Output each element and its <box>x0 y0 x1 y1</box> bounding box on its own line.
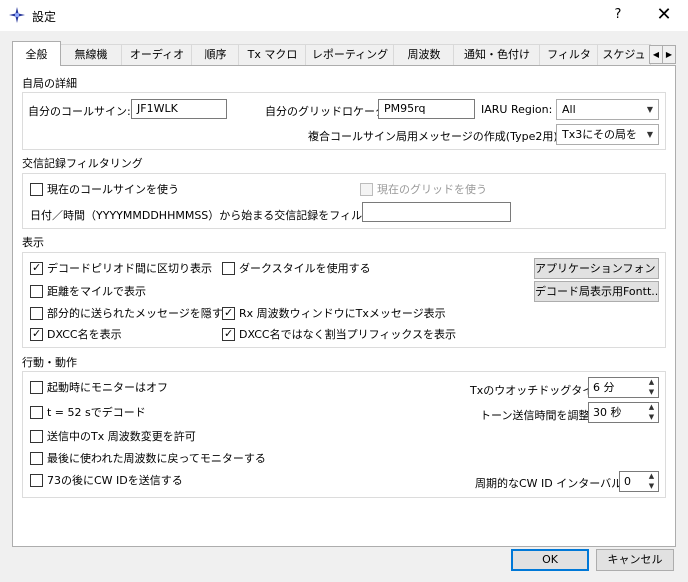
tab-audio[interactable]: オーディオ <box>121 44 193 65</box>
iaru-region-select[interactable]: All ▼ <box>556 99 659 120</box>
tab-frequencies[interactable]: 周波数 <box>393 44 455 65</box>
tune-label: トーン送信時間を調整 <box>480 409 590 422</box>
date-filter-label: 日付／時間（YYYYMMDDHHMMSS）から始まる交信記録をフィルター: <box>30 209 388 222</box>
spin-up-icon[interactable]: ▲ <box>645 403 658 412</box>
cw-interval-label: 周期的なCW ID インターバル: <box>475 477 626 490</box>
tune-spinbox[interactable]: 30 秒 ▲ ▼ <box>588 402 659 423</box>
cancel-button[interactable]: キャンセル <box>596 549 674 571</box>
tab-bar: 全般 無線機 オーディオ 順序 Tx マクロ レポーティング 周波数 通知・色付… <box>12 41 676 66</box>
spin-down-icon[interactable]: ▼ <box>645 413 658 422</box>
checkbox-box <box>30 381 43 394</box>
iaru-region-value: All <box>562 103 576 116</box>
checkbox-box <box>30 452 43 465</box>
tab-notifications-colors[interactable]: 通知・色付け <box>453 44 541 65</box>
checkbox-box <box>30 183 43 196</box>
spin-up-icon[interactable]: ▲ <box>645 378 658 387</box>
cw-interval-spinbox[interactable]: 0 ▲ ▼ <box>619 471 659 492</box>
chevron-down-icon: ▼ <box>646 130 653 139</box>
checkbox-box <box>360 183 373 196</box>
compound-call-select[interactable]: Tx3にその局を ▼ <box>556 124 659 145</box>
station-section-title: 自局の詳細 <box>22 77 77 90</box>
checkbox-box <box>30 261 43 275</box>
spin-down-icon[interactable]: ▼ <box>645 482 658 491</box>
checkbox-box <box>30 285 43 298</box>
spin-up-icon[interactable]: ▲ <box>645 472 658 481</box>
display-section-title: 表示 <box>22 236 44 249</box>
checkbox-box <box>222 306 235 320</box>
tab-tx-macros[interactable]: Tx マクロ <box>238 44 307 65</box>
callsign-label: 自分のコールサイン: <box>28 105 131 118</box>
compound-call-label: 複合コールサイン局用メッセージの作成(Type2用): <box>308 130 562 143</box>
tab-scroll-right-icon[interactable]: ▶ <box>662 45 676 64</box>
compound-call-value: Tx3にその局を <box>562 128 638 141</box>
tab-general[interactable]: 全般 <box>12 41 61 66</box>
iaru-label: IARU Region: <box>481 103 553 116</box>
watchdog-spinbox[interactable]: 6 分 ▲ ▼ <box>588 377 659 398</box>
tab-reporting[interactable]: レポーティング <box>305 44 395 65</box>
app-star-icon <box>9 7 25 23</box>
window-title: 設定 <box>32 10 57 24</box>
checkbox-box <box>30 307 43 320</box>
grid-input[interactable]: PM95rq <box>378 99 475 119</box>
checkbox-box <box>30 430 43 443</box>
title-bar: 設定 ? ✕ <box>0 0 688 31</box>
grid-label: 自分のグリッドロケータ: <box>265 105 390 118</box>
behavior-section-title: 行動・動作 <box>22 356 77 369</box>
tab-schedule[interactable]: スケジュ <box>597 44 651 65</box>
date-filter-input[interactable] <box>362 202 511 222</box>
checkbox-box <box>222 262 235 275</box>
app-font-button[interactable]: アプリケーションフォント… <box>534 258 659 279</box>
checkbox-box <box>30 474 43 487</box>
chevron-down-icon: ▼ <box>646 105 653 114</box>
tab-radio[interactable]: 無線機 <box>59 44 123 65</box>
spin-down-icon[interactable]: ▼ <box>645 388 658 397</box>
help-button[interactable]: ? <box>606 4 630 26</box>
decode-font-button[interactable]: デコード局表示用Fontt... <box>534 281 659 302</box>
log-filter-section-title: 交信記録フィルタリング <box>22 157 143 170</box>
tab-sequence[interactable]: 順序 <box>191 44 240 65</box>
checkbox-box <box>30 327 43 341</box>
checkbox-box <box>30 406 43 419</box>
close-button[interactable]: ✕ <box>652 4 676 26</box>
tab-scroll-left-icon[interactable]: ◀ <box>649 45 663 64</box>
callsign-input[interactable]: JF1WLK <box>131 99 227 119</box>
checkbox-box <box>222 327 235 341</box>
general-tab-panel: 自局の詳細 自分のコールサイン: JF1WLK 自分のグリッドロケータ: PM9… <box>12 65 676 547</box>
ok-button[interactable]: OK <box>511 549 589 571</box>
tab-filters[interactable]: フィルタ <box>539 44 599 65</box>
